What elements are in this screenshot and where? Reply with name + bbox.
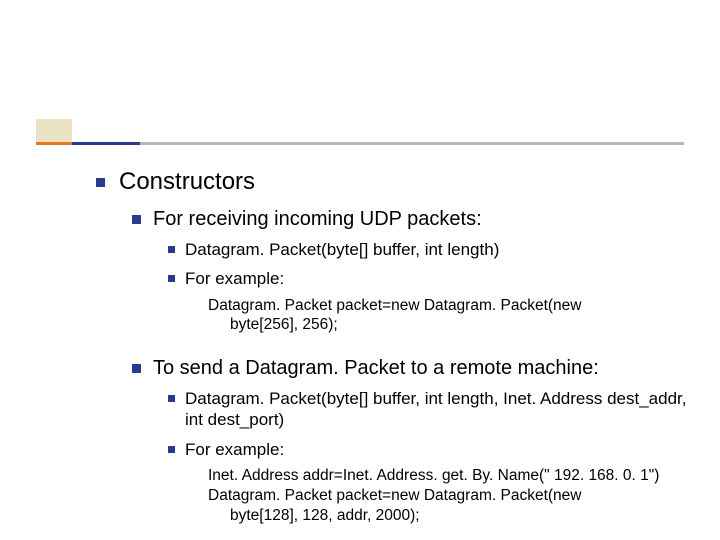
- subheading-row: To send a Datagram. Packet to a remote m…: [132, 357, 696, 380]
- header-gray-segment: [140, 142, 684, 145]
- code-line: Datagram. Packet packet=new Datagram. Pa…: [208, 486, 696, 506]
- item-text: Datagram. Packet(byte[] buffer, int leng…: [185, 388, 696, 431]
- bullet-icon: [132, 364, 141, 373]
- header-accent-box: [36, 119, 72, 142]
- header-gap: [72, 119, 78, 142]
- bullet-icon: [168, 446, 175, 453]
- code-line: Datagram. Packet packet=new Datagram. Pa…: [208, 296, 696, 316]
- bullet-icon: [168, 275, 175, 282]
- code-block: Inet. Address addr=Inet. Address. get. B…: [208, 466, 696, 525]
- heading-row: Constructors: [96, 168, 696, 196]
- code-line: byte[256], 256);: [230, 315, 696, 335]
- heading-text: Constructors: [119, 168, 255, 196]
- item-row: For example:: [168, 268, 696, 289]
- bullet-icon: [168, 246, 175, 253]
- header-divider: [36, 142, 684, 145]
- header-blue-segment: [72, 142, 140, 145]
- code-block: Datagram. Packet packet=new Datagram. Pa…: [208, 296, 696, 336]
- header-orange-segment: [36, 142, 72, 145]
- subheading-text: To send a Datagram. Packet to a remote m…: [153, 357, 599, 380]
- bullet-icon: [96, 178, 105, 187]
- item-text: Datagram. Packet(byte[] buffer, int leng…: [185, 239, 499, 260]
- item-text: For example:: [185, 439, 284, 460]
- slide: Constructors For receiving incoming UDP …: [0, 0, 720, 540]
- subheading-text: For receiving incoming UDP packets:: [153, 208, 482, 231]
- item-row: Datagram. Packet(byte[] buffer, int leng…: [168, 388, 696, 431]
- slide-content: Constructors For receiving incoming UDP …: [96, 168, 696, 525]
- item-text: For example:: [185, 268, 284, 289]
- code-line: byte[128], 128, addr, 2000);: [230, 506, 696, 526]
- bullet-icon: [168, 395, 175, 402]
- subheading-row: For receiving incoming UDP packets:: [132, 208, 696, 231]
- item-row: For example:: [168, 439, 696, 460]
- item-row: Datagram. Packet(byte[] buffer, int leng…: [168, 239, 696, 260]
- bullet-icon: [132, 215, 141, 224]
- code-line: Inet. Address addr=Inet. Address. get. B…: [208, 466, 696, 486]
